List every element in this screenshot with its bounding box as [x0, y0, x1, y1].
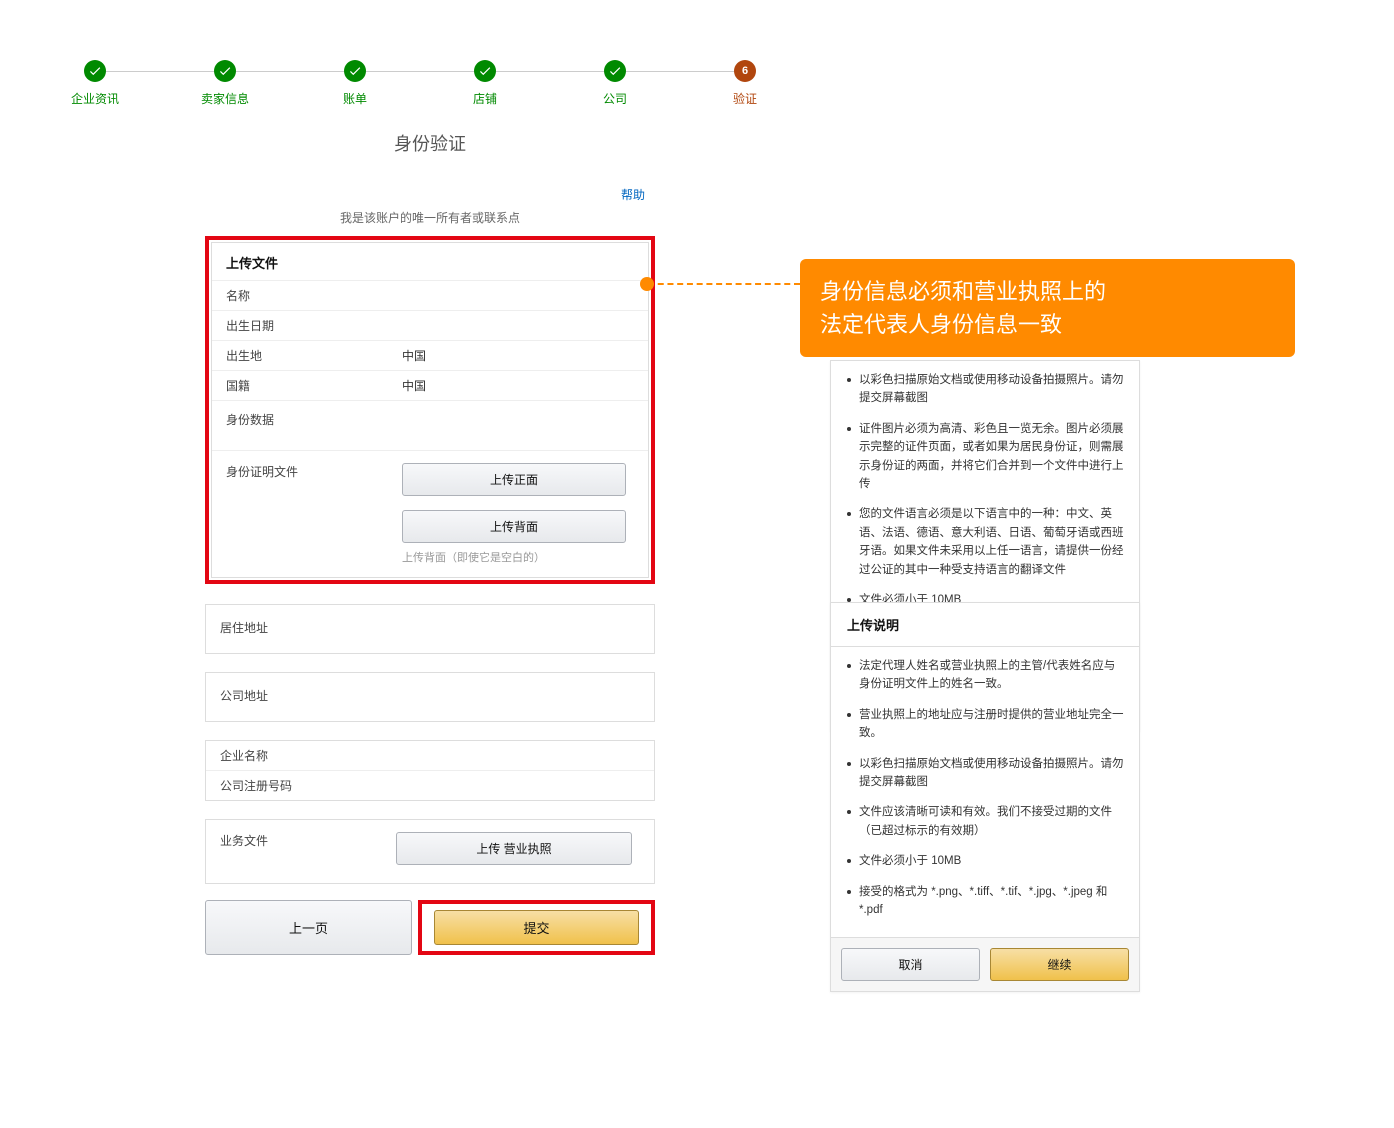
- step-label: 公司: [603, 90, 627, 107]
- dob-label: 出生日期: [212, 311, 392, 340]
- nationality-row: 国籍 中国: [212, 370, 648, 400]
- id-data-label: 身份数据: [212, 401, 392, 434]
- upload-front-button[interactable]: 上传正面: [402, 463, 626, 496]
- step-label: 企业资讯: [71, 90, 119, 107]
- account-owner-statement: 我是该账户的唯一所有者或联系点: [205, 209, 655, 226]
- biz-doc-label: 业务文件: [206, 820, 386, 883]
- upload-back-hint: 上传背面（即使它是空白的）: [402, 549, 626, 565]
- check-icon: [214, 60, 236, 82]
- list-item: 您的文件语言必须是以下语言中的一种：中文、英语、法语、德语、意大利语、日语、葡萄…: [845, 505, 1125, 579]
- business-doc-section: 业务文件 上传 营业执照: [205, 819, 655, 884]
- birthplace-value: 中国: [392, 341, 648, 370]
- help-link[interactable]: 帮助: [205, 186, 655, 203]
- panel-actions: 取消 继续: [831, 937, 1139, 991]
- continue-button[interactable]: 继续: [990, 948, 1129, 981]
- birthplace-label: 出生地: [212, 341, 392, 370]
- upload-license-button[interactable]: 上传 营业执照: [396, 832, 632, 865]
- upload-files-section: 上传文件 名称 出生日期 出生地 中国 国籍 中国 身份数据: [211, 242, 649, 578]
- nationality-label: 国籍: [212, 371, 392, 400]
- id-document-upload: 身份证明文件 上传正面 上传背面 上传背面（即使它是空白的）: [212, 450, 648, 577]
- section-title: 上传文件: [212, 243, 648, 280]
- name-value: [392, 290, 648, 302]
- list-item: 文件必须小于 10MB: [845, 852, 1125, 870]
- callout-connector: [648, 283, 800, 285]
- company-address-section: 公司地址: [205, 672, 655, 722]
- check-icon: [84, 60, 106, 82]
- name-row: 名称: [212, 280, 648, 310]
- cancel-button[interactable]: 取消: [841, 948, 980, 981]
- step-label: 卖家信息: [201, 90, 249, 107]
- callout-text-2: 法定代表人身份信息一致: [820, 308, 1275, 341]
- list-item: 法定代理人姓名或营业执照上的主管/代表姓名应与身份证明文件上的姓名一致。: [845, 657, 1125, 694]
- list-item: 文件应该清晰可读和有效。我们不接受过期的文件（已超过标示的有效期）: [845, 803, 1125, 840]
- panel-title: 上传说明: [831, 603, 1139, 647]
- list-item: 以彩色扫描原始文档或使用移动设备拍摄照片。请勿提交屏幕截图: [845, 371, 1125, 408]
- upload-back-button[interactable]: 上传背面: [402, 510, 626, 543]
- company-address-label: 公司地址: [206, 673, 386, 721]
- step-verification: 6 验证: [680, 60, 810, 107]
- residence-section: 居住地址: [205, 604, 655, 654]
- birthplace-row: 出生地 中国: [212, 340, 648, 370]
- company-reg-label: 公司注册号码: [206, 771, 386, 800]
- list-item: 营业执照上的地址应与注册时提供的营业地址完全一致。: [845, 706, 1125, 743]
- list-item: 证件图片必须为高清、彩色且一览无余。图片必须展示完整的证件页面，或者如果为居民身…: [845, 420, 1125, 494]
- page-title: 身份验证: [205, 130, 655, 156]
- nationality-value: 中国: [392, 371, 648, 400]
- dob-row: 出生日期: [212, 310, 648, 340]
- residence-label: 居住地址: [206, 605, 386, 653]
- company-info-section: 企业名称 公司注册号码: [205, 740, 655, 801]
- check-icon: [474, 60, 496, 82]
- id-data-value: [392, 401, 648, 413]
- step-label: 店铺: [473, 90, 497, 107]
- step-label: 账单: [343, 90, 367, 107]
- check-icon: [344, 60, 366, 82]
- callout-text-1: 身份信息必须和营业执照上的: [820, 275, 1275, 308]
- dob-value: [392, 320, 648, 332]
- list-item: 以彩色扫描原始文档或使用移动设备拍摄照片。请勿提交屏幕截图: [845, 755, 1125, 792]
- step-business-info: 企业资讯: [30, 60, 160, 107]
- company-name-label: 企业名称: [206, 741, 386, 770]
- annotation-callout: 身份信息必须和营业执照上的 法定代表人身份信息一致: [800, 259, 1295, 357]
- progress-stepper: 企业资讯 卖家信息 账单 店铺 公司 6 验证: [30, 60, 810, 107]
- id-doc-label: 身份证明文件: [212, 451, 392, 577]
- list-item: 接受的格式为 *.png、*.tiff、*.tif、*.jpg、*.jpeg 和…: [845, 883, 1125, 920]
- identity-verification-form: 身份验证 帮助 我是该账户的唯一所有者或联系点 上传文件 名称 出生日期 出生地…: [205, 130, 655, 955]
- instructions-list-2: 法定代理人姓名或营业执照上的主管/代表姓名应与身份证明文件上的姓名一致。 营业执…: [845, 657, 1125, 919]
- step-company: 公司: [550, 60, 680, 107]
- check-icon: [604, 60, 626, 82]
- name-label: 名称: [212, 281, 392, 310]
- step-billing: 账单: [290, 60, 420, 107]
- id-data-row: 身份数据: [212, 400, 648, 450]
- step-label: 验证: [733, 90, 757, 107]
- highlighted-upload-section: 上传文件 名称 出生日期 出生地 中国 国籍 中国 身份数据: [205, 236, 655, 584]
- step-seller-info: 卖家信息: [160, 60, 290, 107]
- upload-instructions-panel-2: 上传说明 法定代理人姓名或营业执照上的主管/代表姓名应与身份证明文件上的姓名一致…: [830, 602, 1140, 992]
- previous-button[interactable]: 上一页: [205, 900, 412, 955]
- highlighted-submit: 提交: [418, 900, 655, 955]
- form-actions: 上一页 提交: [205, 900, 655, 955]
- step-number: 6: [734, 60, 756, 82]
- step-store: 店铺: [420, 60, 550, 107]
- submit-button[interactable]: 提交: [434, 910, 639, 945]
